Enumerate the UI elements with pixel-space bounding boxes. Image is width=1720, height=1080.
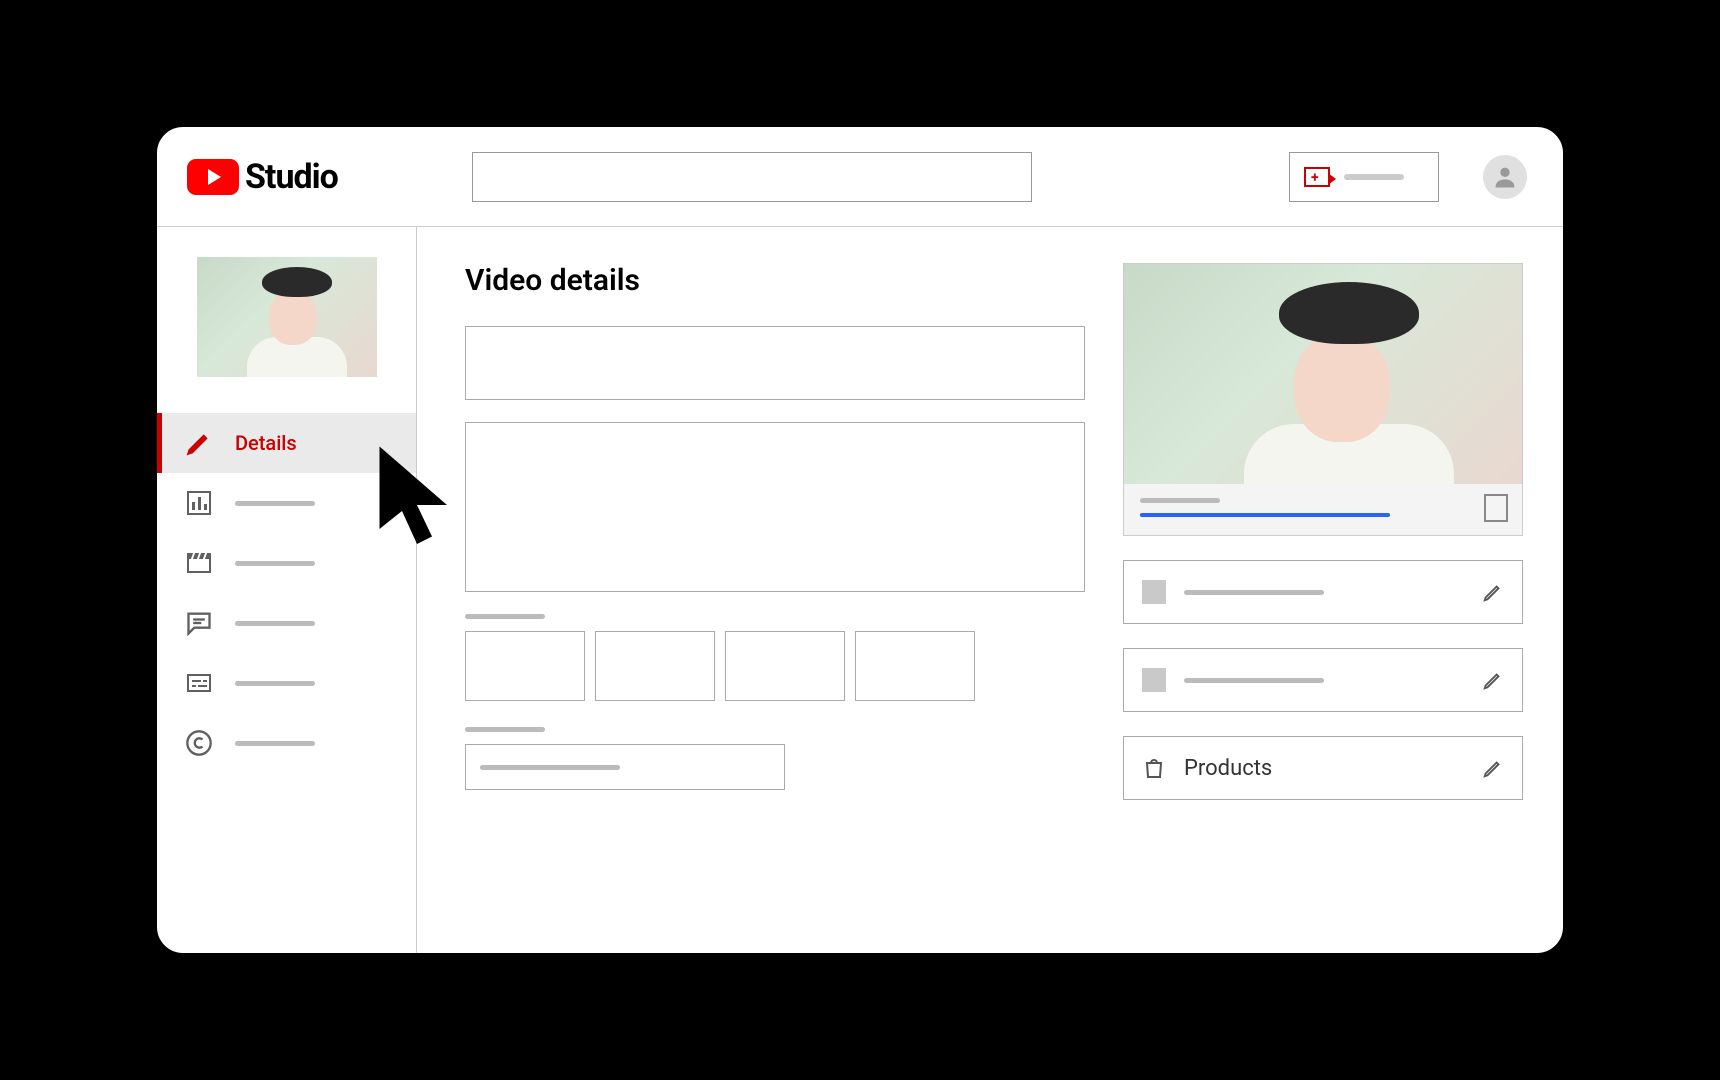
create-video-icon: + (1304, 167, 1330, 187)
thumbnail-slot[interactable] (725, 631, 845, 701)
pencil-icon (185, 429, 213, 457)
app-name: Studio (245, 157, 338, 197)
playlist-value (480, 765, 620, 770)
sidebar-item-label (235, 501, 315, 506)
card-icon (1142, 668, 1166, 692)
main-content: Video details (417, 227, 1563, 953)
create-label (1344, 174, 1404, 180)
studio-logo[interactable]: Studio (187, 157, 338, 197)
thumbnail-slot[interactable] (855, 631, 975, 701)
clapperboard-icon (185, 549, 213, 577)
shopping-bag-icon (1142, 756, 1166, 780)
video-title-input[interactable] (465, 326, 1085, 400)
thumbnails-label (465, 614, 545, 619)
side-card-products[interactable]: Products (1123, 736, 1523, 800)
sidebar: Details (157, 227, 417, 953)
sidebar-item-analytics[interactable] (157, 473, 416, 533)
video-preview-card (1123, 263, 1523, 536)
card-label: Products (1184, 756, 1272, 781)
sidebar-item-copyright[interactable] (157, 713, 416, 773)
thumbnail-slot[interactable] (465, 631, 585, 701)
subtitles-icon (185, 669, 213, 697)
thumbnail-row (465, 631, 1085, 701)
sidebar-item-label (235, 561, 315, 566)
sidebar-item-label (235, 621, 315, 626)
analytics-icon (185, 489, 213, 517)
pencil-icon[interactable] (1482, 581, 1504, 603)
person-icon (1491, 163, 1519, 191)
side-card[interactable] (1123, 648, 1523, 712)
search-input[interactable] (472, 152, 1032, 202)
sidebar-item-details[interactable]: Details (157, 413, 416, 473)
sidebar-video-thumbnail[interactable] (197, 257, 377, 377)
header-bar: Studio + (157, 127, 1563, 227)
create-button[interactable]: + (1289, 152, 1439, 202)
playlist-label (465, 727, 545, 732)
video-description-input[interactable] (465, 422, 1085, 592)
copy-icon[interactable] (1488, 498, 1508, 522)
sidebar-item-subtitles[interactable] (157, 653, 416, 713)
video-link[interactable] (1140, 513, 1390, 517)
playlist-select[interactable] (465, 744, 785, 790)
sidebar-item-editor[interactable] (157, 533, 416, 593)
pencil-icon[interactable] (1482, 669, 1504, 691)
youtube-play-icon (187, 159, 239, 195)
comment-icon (185, 609, 213, 637)
card-label (1184, 590, 1324, 595)
sidebar-item-label: Details (235, 431, 297, 455)
card-label (1184, 678, 1324, 683)
sidebar-item-comments[interactable] (157, 593, 416, 653)
app-window: Studio + Details (155, 125, 1565, 955)
sidebar-item-label (235, 681, 315, 686)
side-card[interactable] (1123, 560, 1523, 624)
thumbnail-slot[interactable] (595, 631, 715, 701)
copyright-icon (185, 729, 213, 757)
video-preview-thumbnail[interactable] (1124, 264, 1522, 484)
video-link-label (1140, 498, 1220, 503)
sidebar-item-label (235, 741, 315, 746)
page-title: Video details (465, 263, 1085, 298)
card-icon (1142, 580, 1166, 604)
pencil-icon[interactable] (1482, 757, 1504, 779)
account-avatar[interactable] (1483, 155, 1527, 199)
